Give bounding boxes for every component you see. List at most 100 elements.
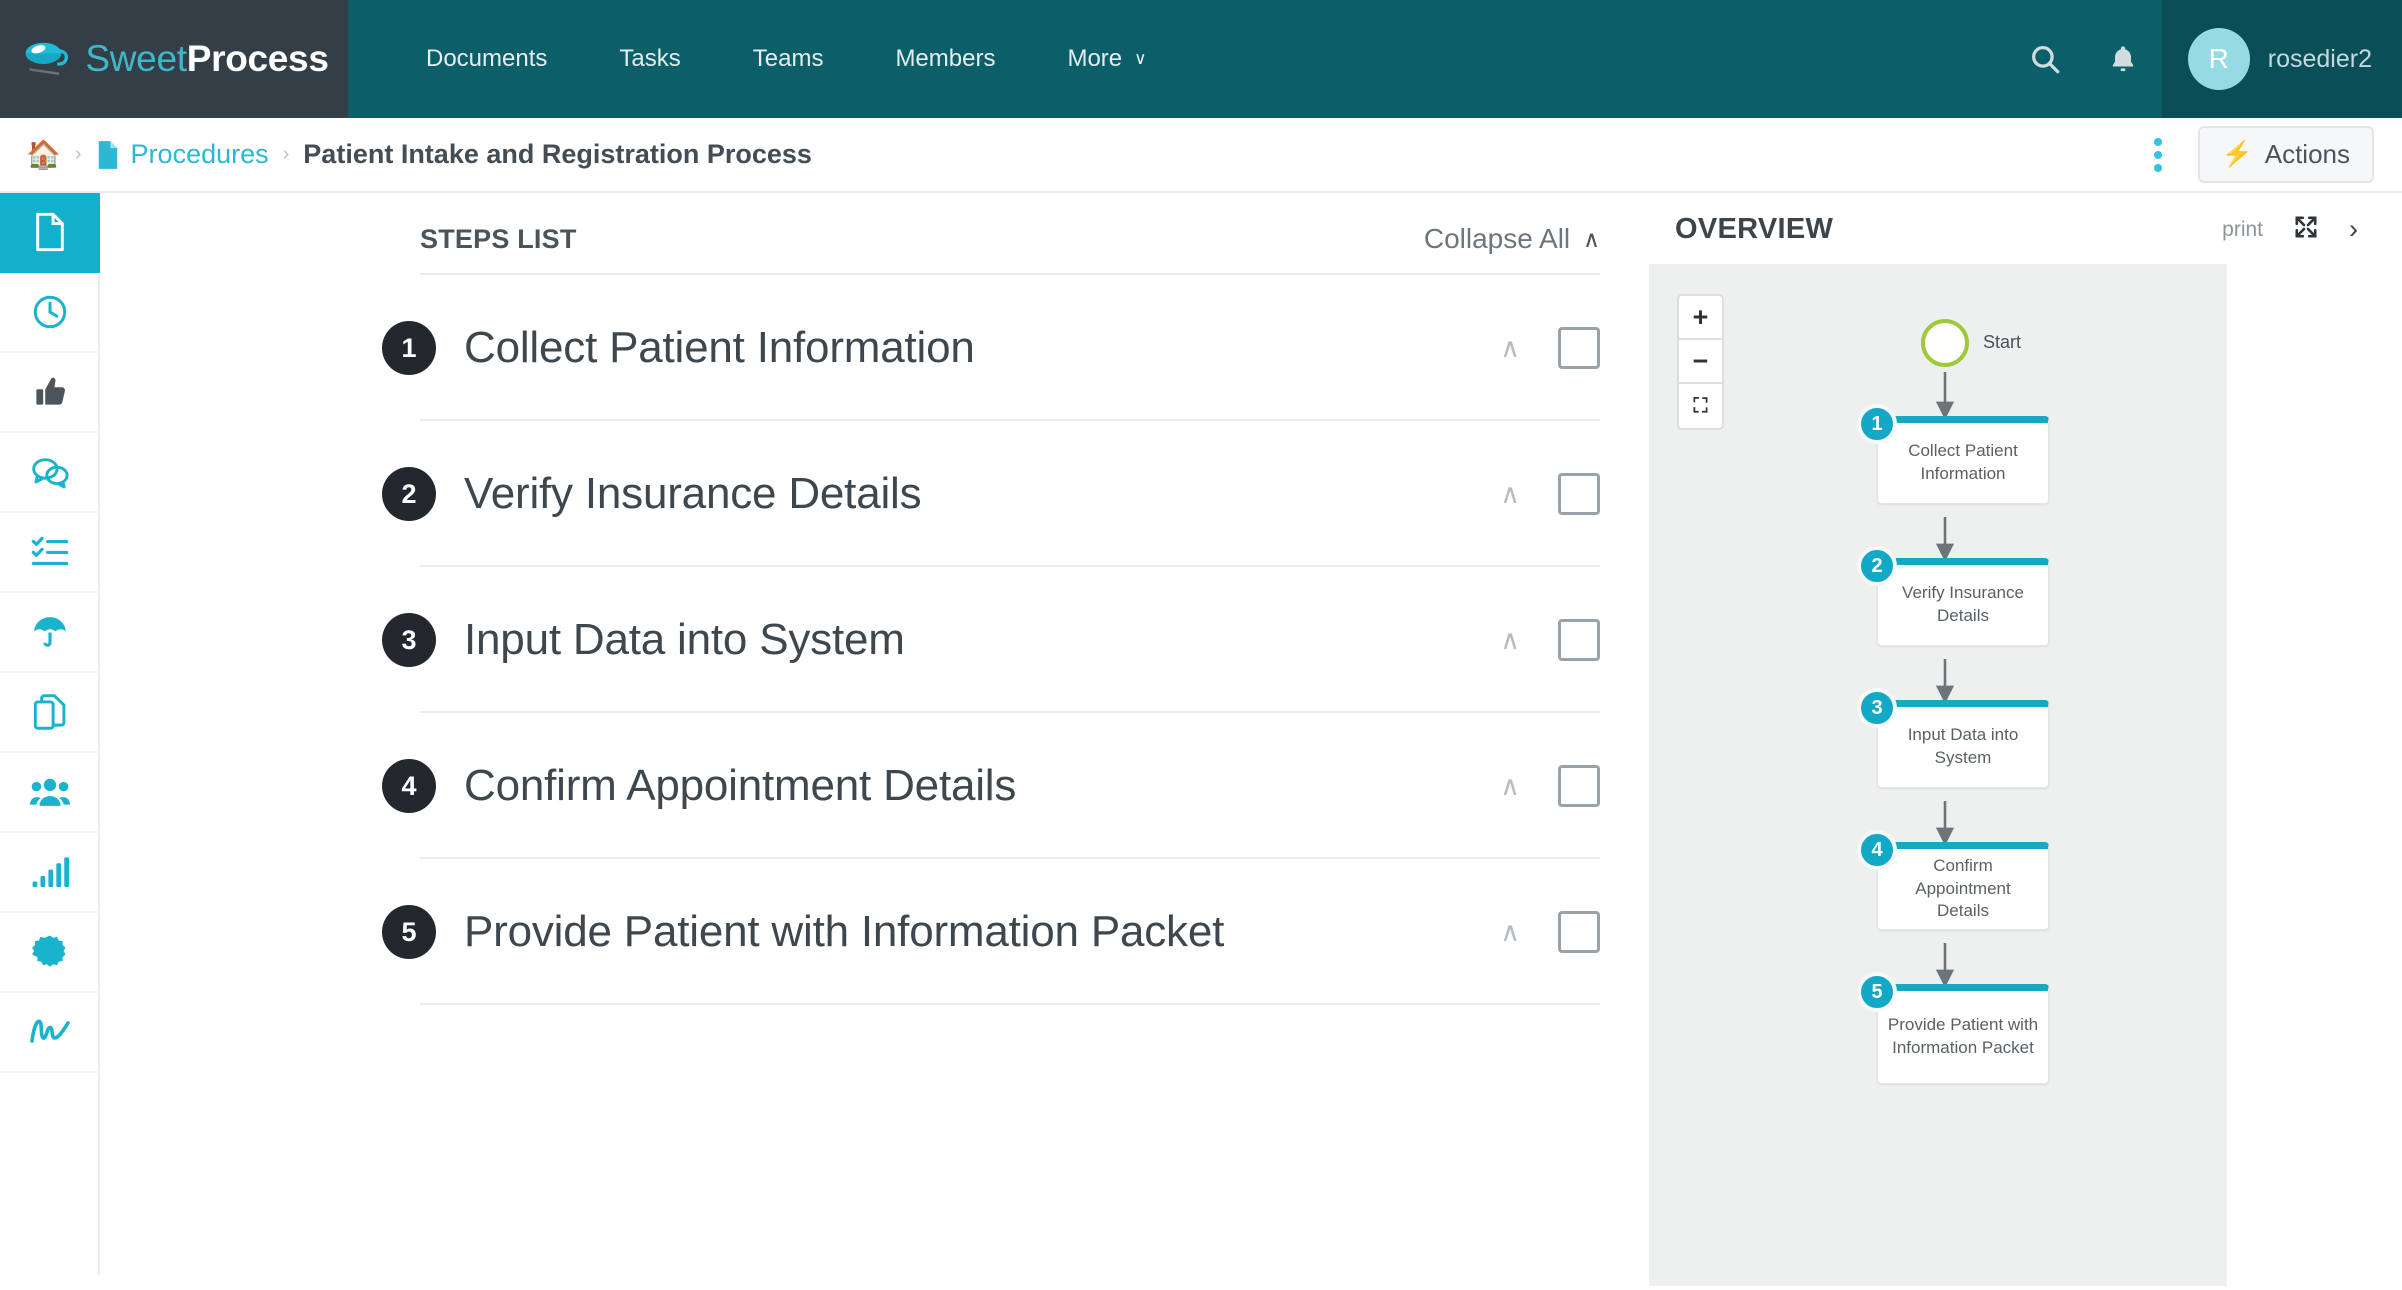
left-sidebar [0,193,100,1275]
flow-node-2[interactable]: Verify Insurance Details [1877,558,2049,646]
top-navigation-bar: SweetProcess Documents Tasks Teams Membe… [0,0,2402,118]
flowchart-canvas[interactable]: + − ⛶ Start 1 Collect Patient Informatio… [1649,264,2227,1286]
nav-item-teams[interactable]: Teams [717,0,860,118]
nav-item-tasks[interactable]: Tasks [583,0,716,118]
nav-item-more[interactable]: More ∨ [1031,0,1182,118]
main-content: STEPS LIST Collapse All ∧ 1 Collect Pati… [102,193,1647,1275]
step-title: Input Data into System [464,615,905,664]
thumbs-up-icon [36,377,65,405]
table-row[interactable]: 4 Confirm Appointment Details ∧ [382,713,1600,859]
flow-node-2-label: Verify Insurance Details [1902,583,2024,625]
breadcrumb-bar: 🏠 › Procedures › Patient Intake and Regi… [0,118,2402,193]
actions-button-label: Actions [2264,139,2350,169]
flow-node-badge-2: 2 [1857,546,1897,586]
actions-button[interactable]: ⚡ Actions [2197,126,2374,183]
flow-start-node[interactable] [1921,319,1969,367]
nav-item-documents[interactable]: Documents [390,0,583,118]
sidebar-item-history[interactable] [0,273,100,353]
step-checkbox[interactable] [1558,765,1600,807]
table-row[interactable]: 3 Input Data into System ∧ [382,567,1600,713]
breadcrumb-separator-2: › [282,143,290,165]
step-checkbox[interactable] [1558,473,1600,515]
print-button[interactable]: print [2222,218,2263,242]
chevron-up-icon[interactable]: ∧ [1500,625,1520,656]
sidebar-item-document[interactable] [0,193,100,273]
zoom-out-button[interactable]: − [1679,340,1722,384]
overview-panel: OVERVIEW print › + − ⛶ Start 1 Collect P… [1647,193,2402,1286]
avatar: R [2187,28,2250,90]
step-number-badge: 4 [382,759,436,813]
flow-node-badge-1: 1 [1857,404,1897,444]
flow-start-label: Start [1983,332,2022,352]
zoom-controls: + − ⛶ [1677,294,1724,430]
search-button[interactable] [2006,0,2084,118]
step-checkbox[interactable] [1558,327,1600,369]
flow-node-1-label: Collect Patient Information [1908,441,2018,483]
chevron-up-icon[interactable]: ∧ [1500,917,1520,948]
coffee-cup-logo-icon [25,42,69,75]
chevron-up-icon[interactable]: ∧ [1500,771,1520,802]
step-row-controls: ∧ [1500,619,1600,661]
flow-node-badge-5: 5 [1857,972,1897,1012]
next-chevron-icon[interactable]: › [2349,216,2358,243]
flow-node-5[interactable]: Provide Patient with Information Packet [1877,984,2049,1084]
step-row-controls: ∧ [1500,473,1600,515]
step-row-controls: ∧ [1500,765,1600,807]
breadcrumb-link-procedures[interactable]: Procedures [96,139,269,170]
umbrella-icon [34,617,66,647]
brand-logo-area[interactable]: SweetProcess [0,0,348,118]
bolt-icon: ⚡ [2221,140,2253,168]
nav-item-members[interactable]: Members [859,0,1031,118]
flow-node-3[interactable]: Input Data into System [1877,700,2049,788]
zoom-fit-button[interactable]: ⛶ [1679,384,1722,428]
home-icon[interactable]: 🏠 [26,140,61,169]
step-checkbox[interactable] [1558,911,1600,953]
flow-node-1[interactable]: Collect Patient Information [1877,416,2049,504]
breadcrumb-separator-1: › [74,143,82,165]
username-label: rosedier2 [2267,44,2372,73]
sidebar-item-tasks[interactable] [0,513,100,593]
page-title: Patient Intake and Registration Process [303,139,812,169]
checklist-icon [31,536,69,565]
flow-node-badge-3: 3 [1857,688,1897,728]
chevron-up-icon[interactable]: ∧ [1500,479,1520,510]
table-row[interactable]: 2 Verify Insurance Details ∧ [382,421,1600,567]
table-row[interactable]: 1 Collect Patient Information ∧ [382,275,1600,421]
sidebar-item-policies[interactable] [0,593,100,673]
step-title: Collect Patient Information [464,323,975,372]
notifications-button[interactable] [2084,0,2162,118]
sidebar-item-reports[interactable] [0,833,100,913]
step-checkbox[interactable] [1558,619,1600,661]
sidebar-item-comments[interactable] [0,433,100,513]
table-row[interactable]: 5 Provide Patient with Information Packe… [382,859,1600,1005]
copy-icon [33,694,66,730]
step-title: Provide Patient with Information Packet [464,907,1225,956]
brand-sweet: Sweet [85,38,187,79]
nav-item-tasks-label: Tasks [619,45,681,72]
comments-icon [32,458,69,489]
more-options-icon[interactable] [2146,130,2170,180]
sidebar-item-approvals[interactable] [0,353,100,433]
flow-node-4[interactable]: Confirm Appointment Details [1877,842,2049,930]
chevron-up-icon[interactable]: ∧ [1500,333,1520,364]
sidebar-item-teams[interactable] [0,753,100,833]
zoom-in-button[interactable]: + [1679,296,1722,340]
step-row-controls: ∧ [1500,911,1600,953]
collapse-all-button[interactable]: Collapse All ∧ [1424,223,1600,255]
breadcrumb-actions: ⚡ Actions [2146,126,2374,183]
expand-arrows-icon [2295,216,2317,238]
sidebar-item-settings[interactable] [0,913,100,993]
flow-node-badge-4: 4 [1857,830,1897,870]
step-title: Verify Insurance Details [464,469,922,518]
breadcrumb: 🏠 › Procedures › Patient Intake and Regi… [26,139,812,170]
sidebar-item-signature[interactable] [0,993,100,1073]
step-row-controls: ∧ [1500,327,1600,369]
step-number-badge: 5 [382,905,436,959]
expand-icon[interactable] [2293,214,2319,245]
flow-node-4-label: Confirm Appointment Details [1915,855,2011,921]
steps-list-header: STEPS LIST Collapse All ∧ [420,223,1600,275]
user-menu[interactable]: R rosedier2 [2161,0,2402,118]
step-number-badge: 1 [382,321,436,375]
sidebar-item-duplicate[interactable] [0,673,100,753]
notification-bell-icon [2112,46,2133,72]
